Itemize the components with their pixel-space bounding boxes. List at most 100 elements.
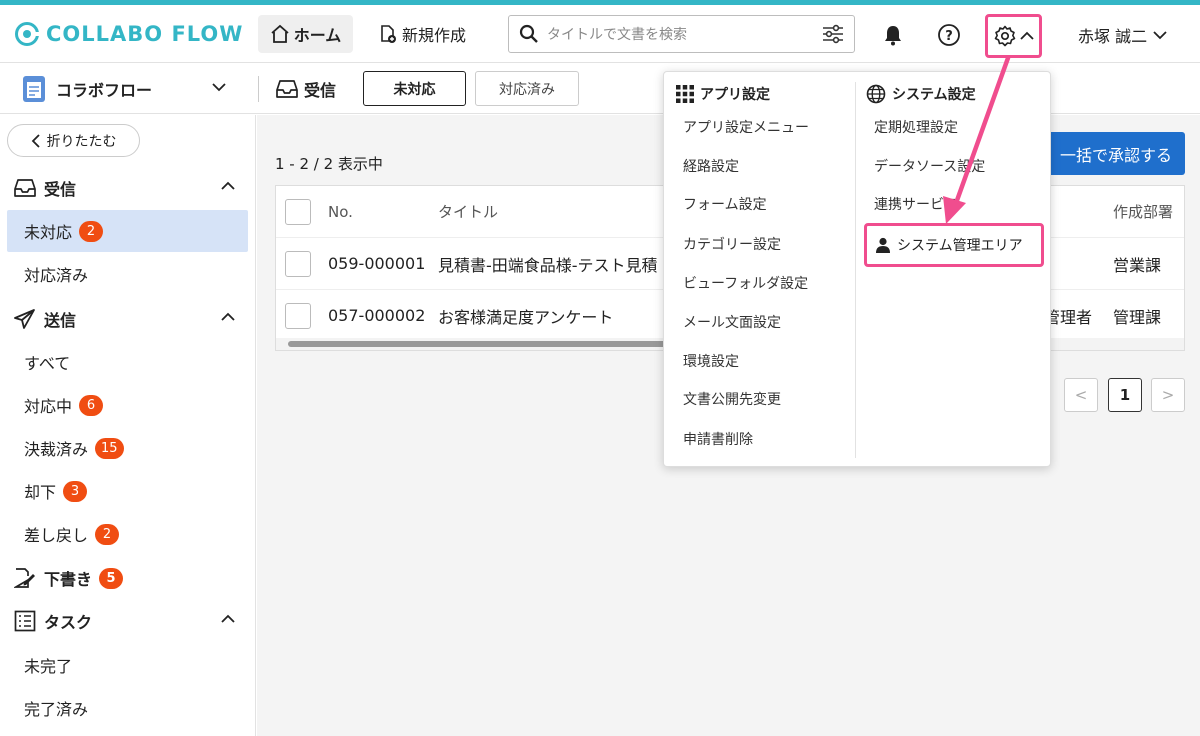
- app-header: COLLABO FLOW ホーム 新規作成 タイトルで文書を検索 ? 赤塚 誠二: [0, 5, 1200, 63]
- menu-item-view-folder-settings[interactable]: ビューフォルダ設定: [683, 268, 808, 298]
- sidebar-item-tasks-incomplete[interactable]: 未完了: [7, 644, 248, 686]
- sidebar-item-label: 未対応: [24, 223, 73, 242]
- count-badge: 2: [79, 220, 104, 242]
- cell-no: 057-000002: [328, 306, 426, 325]
- cell-dept: 営業課: [1113, 255, 1162, 275]
- nav-new-button[interactable]: 新規作成: [378, 15, 466, 53]
- sidebar-section-sent[interactable]: 送信: [0, 299, 256, 339]
- cell-admin: 管理者: [1044, 307, 1093, 327]
- cell-title[interactable]: 見積書-田端食品様-テスト見積: [438, 252, 658, 276]
- nav-new-label: 新規作成: [402, 26, 467, 45]
- cell-no: 059-000001: [328, 254, 426, 273]
- sidebar-item-sent-all[interactable]: すべて: [7, 341, 248, 383]
- chevron-left-icon: [31, 133, 40, 148]
- menu-item-mail-template-settings[interactable]: メール文面設定: [683, 307, 781, 337]
- sidebar-item-label: 差し戻し: [24, 526, 89, 545]
- settings-menu-button[interactable]: [985, 14, 1042, 58]
- menu-item-environment-settings[interactable]: 環境設定: [683, 346, 739, 376]
- sidebar-section-label: タスク: [44, 613, 93, 632]
- tab-handled[interactable]: 対応済み: [475, 71, 579, 106]
- menu-item-delete-application[interactable]: 申請書削除: [683, 424, 753, 454]
- count-badge: 6: [79, 394, 104, 416]
- pager-next-button[interactable]: >: [1151, 378, 1185, 412]
- sidebar-item-label: 却下: [24, 483, 57, 502]
- system-admin-area-label: システム管理エリア: [897, 238, 1023, 254]
- sidebar-section-tasks[interactable]: タスク: [0, 601, 256, 641]
- collapse-button[interactable]: 折りたたむ: [7, 124, 140, 157]
- home-icon: [271, 24, 289, 43]
- app-selector[interactable]: コラボフロー: [22, 75, 152, 103]
- bulk-approve-button[interactable]: 一括で承認する: [1047, 132, 1185, 175]
- draft-edit-icon: [14, 568, 35, 588]
- tab-unhandled[interactable]: 未対応: [363, 71, 466, 106]
- menu-item-category-settings[interactable]: カテゴリー設定: [683, 229, 781, 259]
- document-app-icon: [23, 76, 45, 102]
- app-settings-heading: アプリ設定: [676, 84, 770, 104]
- chevron-up-icon: [221, 614, 235, 623]
- cell-title[interactable]: お客様満足度アンケート: [438, 304, 613, 328]
- menu-item-datasource-settings[interactable]: データソース設定: [874, 151, 985, 181]
- menu-item-form-settings[interactable]: フォーム設定: [683, 189, 767, 219]
- inbox-label: 受信: [304, 81, 337, 100]
- logo-text: COLLABO FLOW: [46, 22, 244, 46]
- sidebar: 折りたたむ 受信 未対応 2 対応済み 送信 すべて 対応中 6 決裁済み 15…: [0, 115, 256, 736]
- sidebar-section-label: 送信: [44, 311, 77, 330]
- sidebar-item-sent-rejected[interactable]: 却下 3: [7, 470, 248, 512]
- column-header-no[interactable]: No.: [328, 203, 353, 221]
- system-settings-heading-label: システム設定: [892, 87, 976, 103]
- gear-icon: [994, 25, 1015, 47]
- select-all-checkbox[interactable]: [285, 198, 311, 225]
- pager-prev-button[interactable]: <: [1064, 378, 1098, 412]
- task-checklist-icon: [14, 610, 36, 632]
- sidebar-item-label: 決裁済み: [24, 440, 89, 459]
- sidebar-item-sent-returned[interactable]: 差し戻し 2: [7, 513, 248, 555]
- row-checkbox[interactable]: [285, 250, 311, 277]
- result-count: 1 - 2 / 2 表示中: [275, 155, 383, 173]
- search-icon: [519, 24, 538, 43]
- app-chevron-down-icon[interactable]: [211, 81, 227, 93]
- collapse-label: 折りたたむ: [46, 133, 117, 150]
- menu-item-scheduled-jobs[interactable]: 定期処理設定: [874, 112, 958, 142]
- count-badge: 15: [95, 437, 124, 459]
- chevron-up-icon: [1019, 31, 1034, 40]
- logo[interactable]: COLLABO FLOW: [14, 21, 243, 47]
- user-menu[interactable]: 赤塚 誠二: [1078, 23, 1167, 47]
- notification-bell-icon[interactable]: [882, 24, 904, 46]
- sidebar-item-sent-approved[interactable]: 決裁済み 15: [7, 427, 248, 469]
- menu-item-integration-services[interactable]: 連携サービス: [874, 189, 958, 219]
- globe-icon: [866, 84, 886, 104]
- cell-dept: 管理課: [1113, 307, 1162, 327]
- nav-home-button[interactable]: ホーム: [258, 15, 353, 53]
- column-header-title[interactable]: タイトル: [438, 201, 498, 222]
- sidebar-section-inbox[interactable]: 受信: [0, 168, 256, 208]
- row-checkbox[interactable]: [285, 302, 311, 329]
- sidebar-item-tasks-complete[interactable]: 完了済み: [7, 687, 248, 729]
- sidebar-item-label: 対応中: [24, 397, 73, 416]
- sidebar-section-label: 下書き: [44, 570, 93, 589]
- filter-sliders-icon[interactable]: [822, 24, 844, 44]
- chevron-down-icon: [1153, 31, 1167, 40]
- sidebar-item-inbox-unhandled[interactable]: 未対応 2: [7, 210, 248, 252]
- settings-dropdown: アプリ設定 アプリ設定メニュー 経路設定 フォーム設定 カテゴリー設定 ビューフ…: [663, 71, 1051, 467]
- help-icon[interactable]: ?: [937, 23, 961, 47]
- sidebar-item-label: 完了済み: [24, 700, 89, 719]
- sidebar-section-drafts[interactable]: 下書き 5: [0, 558, 256, 598]
- menu-item-app-settings-menu[interactable]: アプリ設定メニュー: [683, 112, 809, 142]
- svg-text:?: ?: [945, 29, 953, 44]
- scrollbar-thumb[interactable]: [288, 341, 698, 347]
- menu-item-system-admin-area[interactable]: システム管理エリア: [864, 223, 1044, 267]
- search-input[interactable]: タイトルで文書を検索: [547, 24, 822, 44]
- column-header-dept[interactable]: 作成部署: [1113, 201, 1173, 222]
- count-badge: 5: [99, 567, 124, 589]
- grid-apps-icon: [676, 85, 694, 103]
- send-paper-plane-icon: [14, 309, 35, 329]
- menu-item-publish-target[interactable]: 文書公開先変更: [683, 384, 781, 414]
- pager-current-page[interactable]: 1: [1108, 378, 1142, 412]
- menu-item-route-settings[interactable]: 経路設定: [683, 151, 739, 181]
- search-box[interactable]: タイトルで文書を検索: [508, 15, 855, 53]
- inbox-heading: 受信: [276, 77, 336, 101]
- count-badge: 2: [95, 523, 120, 545]
- sidebar-item-inbox-handled[interactable]: 対応済み: [7, 253, 248, 295]
- sidebar-item-label: 対応済み: [24, 266, 89, 285]
- sidebar-item-sent-in-progress[interactable]: 対応中 6: [7, 384, 248, 426]
